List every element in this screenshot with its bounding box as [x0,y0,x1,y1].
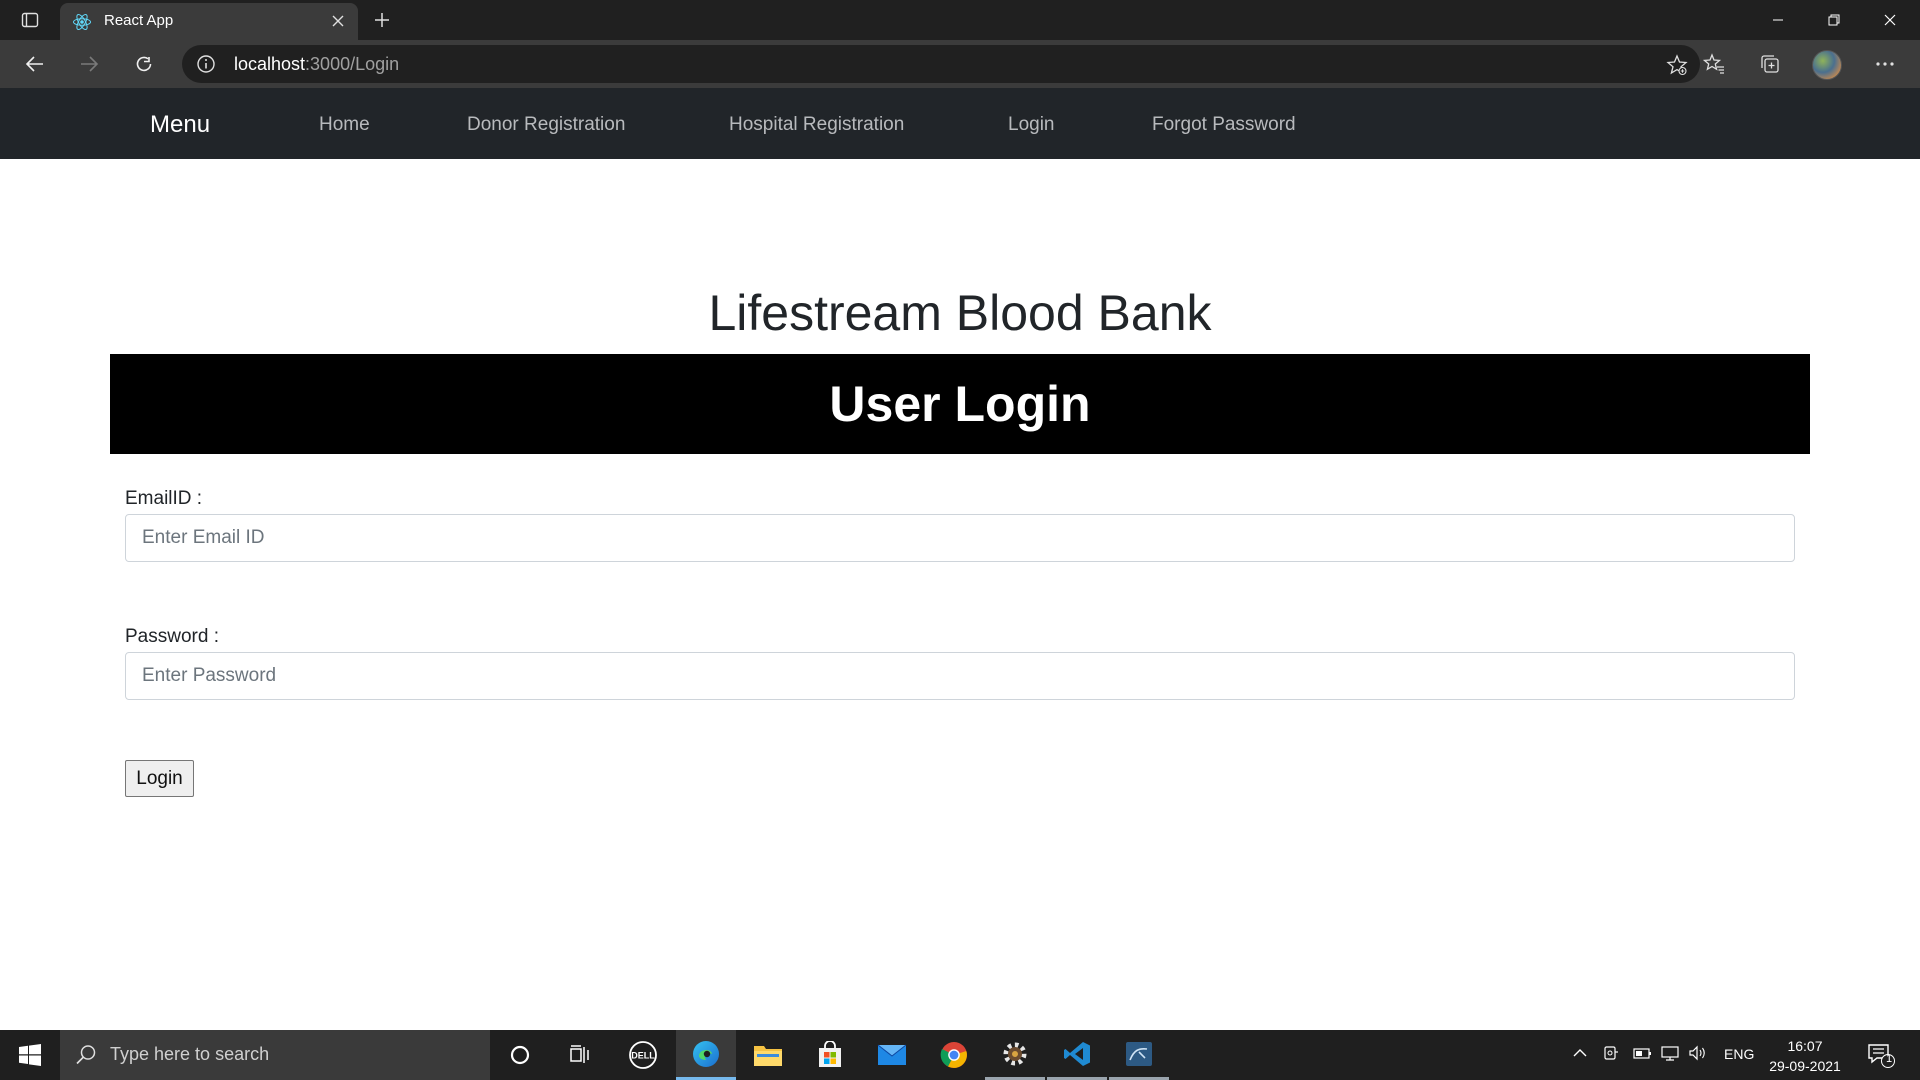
search-placeholder: Type here to search [110,1044,270,1064]
nav-link-donor-registration[interactable]: Donor Registration [467,114,625,136]
mail-icon[interactable] [862,1030,922,1080]
edge-icon[interactable] [676,1030,736,1080]
password-field[interactable] [125,652,1795,700]
nav-link-forgot-password[interactable]: Forgot Password [1152,114,1296,136]
browser-titlebar: React App [0,0,1920,40]
file-explorer-icon[interactable] [738,1030,798,1080]
address-bar[interactable]: localhost:3000/Login [182,45,1700,83]
profile-avatar[interactable] [1812,50,1842,80]
tab-actions-icon[interactable] [14,8,46,32]
search-icon [74,1043,98,1067]
password-label: Password : [125,626,219,647]
url-host: localhost [234,54,306,74]
sql-workbench-icon[interactable] [1109,1030,1169,1080]
clock-date: 29-09-2021 [1769,1058,1841,1074]
windows-taskbar: Type here to search DELL ENG 16:07 29-09… [0,1030,1920,1080]
battery-icon[interactable] [1632,1045,1652,1064]
vscode-icon[interactable] [1047,1030,1107,1080]
chrome-icon[interactable] [924,1030,984,1080]
minimize-icon[interactable] [1750,0,1806,40]
show-hidden-icons-icon[interactable] [1572,1045,1588,1064]
device-icon[interactable] [1603,1045,1619,1066]
close-tab-icon[interactable] [328,11,348,31]
taskbar-search-box[interactable]: Type here to search [60,1030,490,1080]
back-icon[interactable] [18,48,52,80]
network-icon[interactable] [1660,1045,1680,1064]
react-logo-icon [72,12,92,32]
login-heading: User Login [829,376,1091,432]
nav-link-hospital-registration[interactable]: Hospital Registration [729,114,904,136]
web-page: Menu Home Donor Registration Hospital Re… [0,88,1920,1030]
notification-icon[interactable]: 1 [1866,1040,1896,1070]
login-button[interactable]: Login [125,760,194,797]
nav-link-login[interactable]: Login [1008,114,1055,136]
site-info-icon[interactable] [196,54,216,74]
new-tab-icon[interactable] [368,6,396,34]
site-navbar: Menu Home Donor Registration Hospital Re… [0,88,1920,159]
volume-icon[interactable] [1688,1045,1708,1064]
close-window-icon[interactable] [1862,0,1918,40]
add-favorite-icon[interactable] [1664,52,1690,78]
notification-count: 1 [1885,1053,1893,1065]
dell-icon[interactable]: DELL [613,1030,673,1080]
navbar-brand[interactable]: Menu [150,111,210,139]
svg-text:DELL: DELL [631,1051,655,1061]
store-icon[interactable] [800,1030,860,1080]
settings-app-icon[interactable] [985,1030,1045,1080]
windows-start-icon[interactable] [0,1030,60,1080]
collections-icon[interactable] [1753,48,1787,80]
email-label: EmailID : [125,488,203,509]
tab-title: React App [104,12,174,29]
language-indicator[interactable]: ENG [1724,1046,1754,1062]
taskbar-clock[interactable]: 16:07 29-09-2021 [1760,1036,1850,1076]
clock-time: 16:07 [1787,1038,1823,1054]
nav-link-home[interactable]: Home [319,114,370,136]
favorites-icon[interactable] [1697,48,1731,80]
browser-toolbar: localhost:3000/Login [0,40,1920,88]
task-view-icon[interactable] [550,1030,610,1080]
more-options-icon[interactable] [1868,48,1902,80]
login-banner: User Login [110,354,1810,454]
restore-icon[interactable] [1806,0,1862,40]
cortana-icon[interactable] [490,1030,550,1080]
refresh-icon[interactable] [127,48,161,80]
url-path: :3000/Login [305,54,400,74]
url-text: localhost:3000/Login [234,54,399,75]
site-title: Lifestream Blood Bank [708,285,1212,341]
forward-icon[interactable] [72,48,106,80]
email-field[interactable] [125,514,1795,562]
browser-tab[interactable]: React App [60,3,358,40]
